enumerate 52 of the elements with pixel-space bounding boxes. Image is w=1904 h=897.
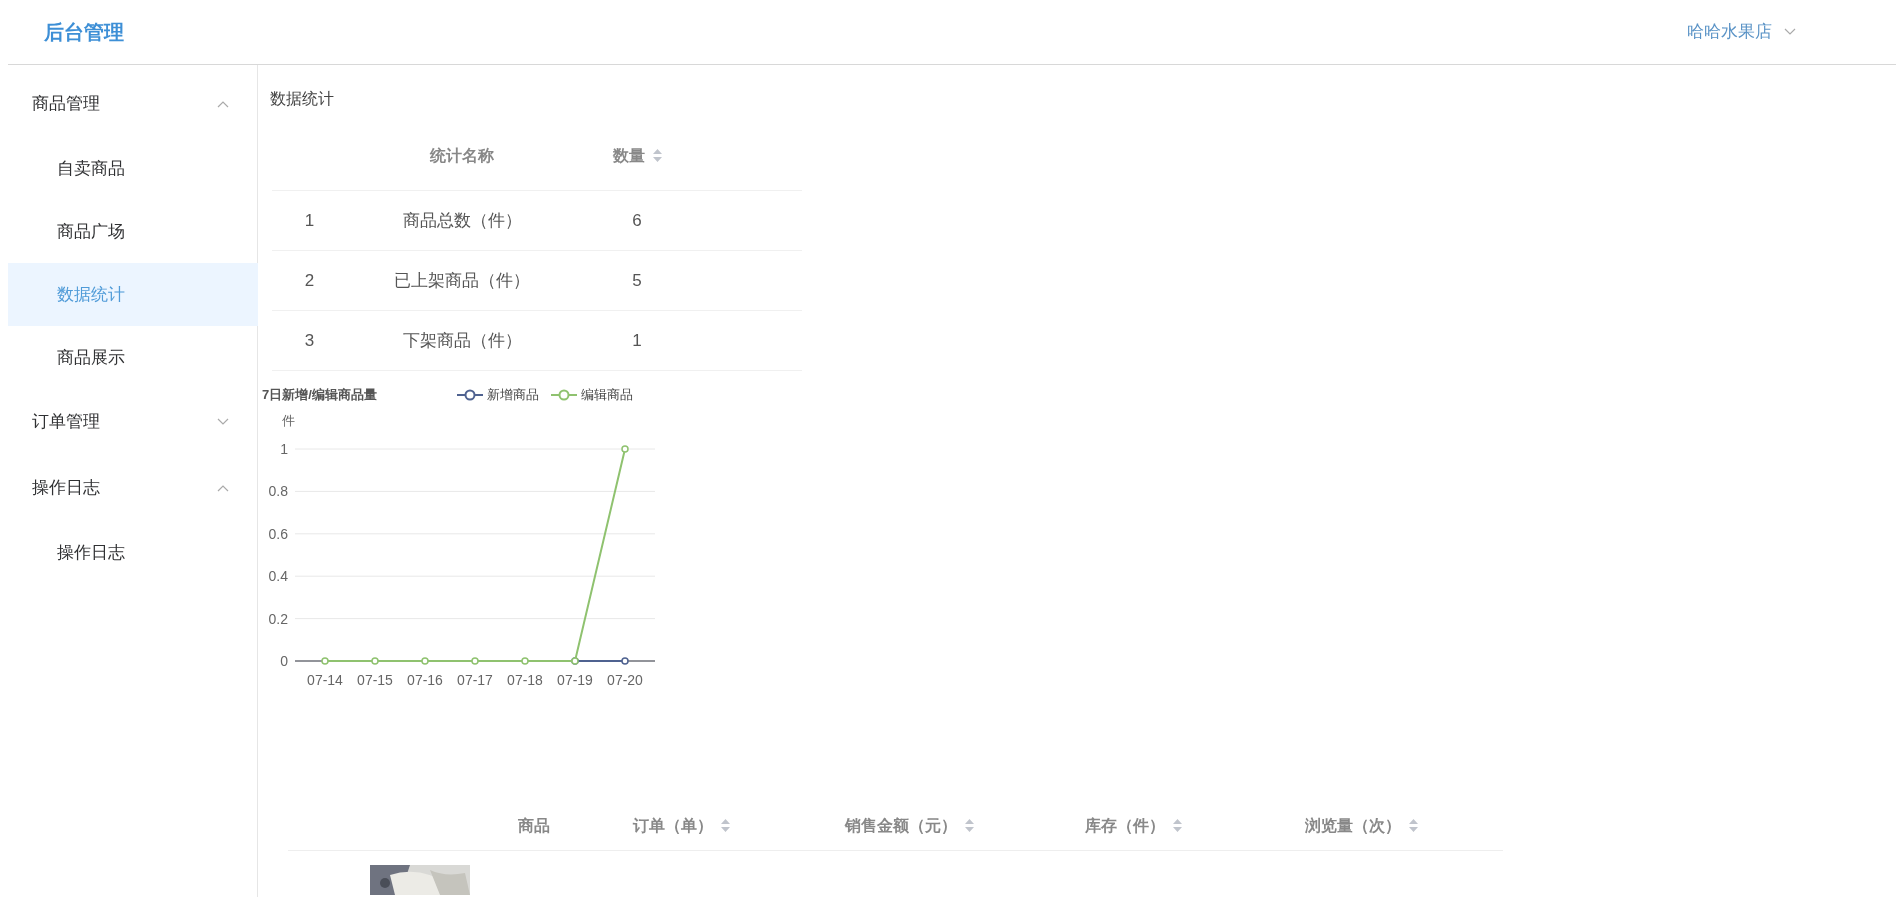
column-header[interactable]: 数量 <box>612 143 645 168</box>
sort-icon[interactable] <box>1409 819 1418 832</box>
page-title: 数据统计 <box>270 89 335 109</box>
x-tick-label: 07-20 <box>607 672 643 688</box>
x-tick-label: 07-14 <box>307 672 343 688</box>
y-tick-label: 0 <box>280 653 288 669</box>
column-header[interactable]: 订单（单） <box>633 813 713 838</box>
menu-item[interactable]: 商品展示 <box>8 326 258 389</box>
table-cell-text: 下架商品（件） <box>401 329 523 352</box>
table-cell-text: 6 <box>631 209 643 232</box>
legend-marker-icon[interactable] <box>550 389 577 401</box>
menu-item[interactable]: 操作日志 <box>8 521 258 584</box>
table-cell-text: 已上架商品（件） <box>393 269 531 292</box>
menu-group[interactable]: 操作日志 <box>0 455 257 521</box>
row-index: 3 <box>303 329 316 352</box>
column-header[interactable]: 库存（件） <box>1085 813 1165 838</box>
chevron-down-icon <box>1784 28 1796 36</box>
y-tick-label: 0.2 <box>268 610 288 627</box>
x-tick-label: 07-15 <box>357 672 393 688</box>
chevron-up-icon <box>217 484 229 492</box>
x-tick-label: 07-18 <box>507 672 543 688</box>
x-tick-label: 07-17 <box>457 672 493 688</box>
y-axis-label: 件 <box>282 413 295 428</box>
y-tick-label: 0.8 <box>268 483 288 500</box>
sort-icon[interactable] <box>965 819 974 832</box>
y-tick-label: 0.6 <box>268 525 288 542</box>
table-cell-text: 1 <box>631 329 643 352</box>
sort-icon[interactable] <box>1173 819 1182 832</box>
row-index: 2 <box>303 269 316 292</box>
column-header[interactable]: 销售金额（元） <box>845 813 957 838</box>
y-tick-label: 0.4 <box>268 568 288 585</box>
column-header[interactable]: 浏览量（次） <box>1305 813 1401 838</box>
chevron-up-icon <box>217 100 229 108</box>
menu-item[interactable]: 商品广场 <box>8 200 258 263</box>
chevron-down-icon <box>217 418 229 426</box>
column-header: 统计名称 <box>430 145 494 166</box>
y-tick-label: 1 <box>280 441 288 457</box>
x-tick-label: 07-19 <box>557 672 593 688</box>
menu-group[interactable]: 订单管理 <box>0 389 257 455</box>
column-header: 商品 <box>518 815 550 836</box>
table-cell-text: 商品总数（件） <box>401 209 523 232</box>
x-tick-label: 07-16 <box>407 672 443 688</box>
chart-title: 7日新增/编辑商品量 <box>262 386 377 405</box>
sort-icon[interactable] <box>652 149 662 162</box>
sort-icon[interactable] <box>721 819 730 832</box>
legend-marker-icon[interactable] <box>456 389 483 401</box>
menu-group[interactable]: 商品管理 <box>0 71 257 137</box>
menu-item[interactable]: 自卖商品 <box>8 137 258 200</box>
table-cell-text: 5 <box>631 269 643 292</box>
legend-label[interactable]: 新增商品 <box>486 385 539 405</box>
legend-label[interactable]: 编辑商品 <box>580 385 633 405</box>
row-index: 1 <box>303 209 316 232</box>
